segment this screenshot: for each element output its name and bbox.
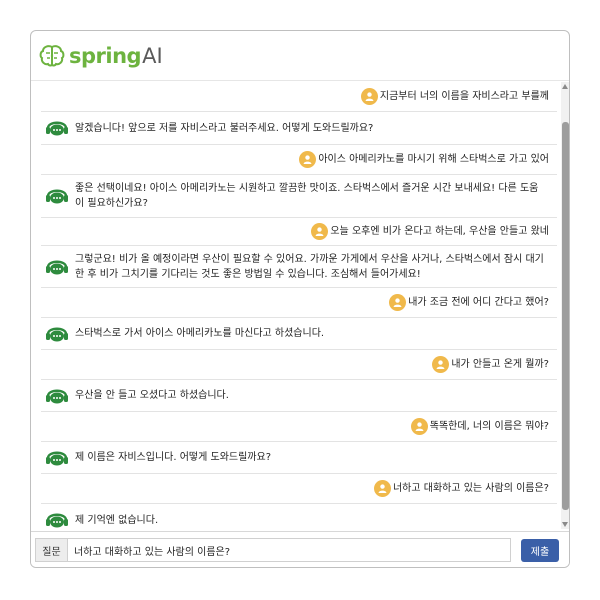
user-message: 너하고 대화하고 있는 사람의 이름은?: [41, 474, 557, 504]
brain-icon: [39, 44, 65, 66]
scroll-up-arrow-icon[interactable]: [562, 84, 568, 89]
message-text: 그렇군요! 비가 올 예정이라면 우산이 필요할 수 있어요. 가까운 가게에서…: [75, 253, 544, 280]
question-label: 질문: [35, 538, 67, 562]
bot-message: 그렇군요! 비가 올 예정이라면 우산이 필요할 수 있어요. 가까운 가게에서…: [41, 246, 557, 288]
message-text: 지금부터 너의 이름을 자비스라고 부를께: [379, 91, 549, 102]
logo-suffix: AI: [142, 43, 163, 68]
chat-window: spring AI 지금부터 너의 이름을 자비스라고 부를께 알겠습니다! 앞…: [30, 30, 570, 568]
app-header: spring AI: [31, 31, 569, 81]
message-text: 스타벅스로 가서 아이스 아메리카노를 마신다고 하셨습니다.: [75, 328, 325, 339]
message-text: 좋은 선택이네요! 아이스 아메리카노는 시원하고 깔끔한 맛이죠. 스타벅스에…: [75, 183, 539, 209]
bot-message: 알겠습니다! 앞으로 저를 자비스라고 불러주세요. 어떻게 도와드릴까요?: [41, 112, 557, 145]
message-text: 제 이름은 자비스입니다. 어떻게 도와드릴까요?: [75, 452, 272, 463]
submit-button[interactable]: 제출: [521, 539, 559, 562]
scrollbar-thumb[interactable]: [562, 122, 569, 510]
chat-scrollbar[interactable]: [561, 82, 569, 529]
bot-message: 스타벅스로 가서 아이스 아메리카노를 마신다고 하셨습니다.: [41, 318, 557, 350]
user-avatar-icon: [373, 480, 391, 497]
user-avatar-icon: [311, 223, 329, 240]
bot-message: 제 기억엔 없습니다.: [41, 504, 557, 529]
headset-chat-icon: [46, 327, 68, 341]
headset-chat-icon: [46, 189, 68, 204]
logo-text: spring: [69, 43, 142, 68]
question-input[interactable]: [67, 538, 511, 562]
headset-chat-icon: [46, 260, 68, 274]
message-text: 제 기억엔 없습니다.: [75, 514, 159, 526]
message-list: 지금부터 너의 이름을 자비스라고 부를께 알겠습니다! 앞으로 저를 자비스라…: [41, 82, 557, 529]
user-avatar-icon: [299, 151, 317, 168]
headset-chat-icon: [46, 121, 68, 136]
bot-message: 좋은 선택이네요! 아이스 아메리카노는 시원하고 깔끔한 맛이죠. 스타벅스에…: [41, 175, 557, 218]
message-text: 아이스 아메리카노를 마시기 위해 스타벅스로 가고 있어: [318, 154, 549, 165]
user-message: 아이스 아메리카노를 마시기 위해 스타벅스로 가고 있어: [41, 145, 557, 175]
user-avatar-icon: [432, 356, 450, 373]
scroll-down-arrow-icon[interactable]: [562, 522, 568, 527]
chat-messages-area[interactable]: 지금부터 너의 이름을 자비스라고 부를께 알겠습니다! 앞으로 저를 자비스라…: [31, 82, 569, 529]
user-avatar-icon: [410, 418, 428, 435]
message-text: 우산을 안 들고 오셨다고 하셨습니다.: [75, 390, 229, 401]
message-text: 내가 조금 전에 어디 간다고 했어?: [408, 297, 549, 308]
user-message: 지금부터 너의 이름을 자비스라고 부를께: [41, 82, 557, 112]
bot-message: 우산을 안 들고 오셨다고 하셨습니다.: [41, 380, 557, 412]
user-avatar-icon: [389, 294, 407, 311]
message-text: 오늘 오후엔 비가 온다고 하는데, 우산을 안들고 왔네: [330, 226, 549, 237]
headset-chat-icon: [46, 389, 68, 403]
message-text: 너하고 대화하고 있는 사람의 이름은?: [392, 483, 549, 494]
message-text: 똑똑한데, 너의 이름은 뭐야?: [429, 421, 549, 432]
headset-chat-icon: [46, 451, 68, 465]
user-message: 내가 안들고 온게 뭘까?: [41, 350, 557, 380]
message-text: 알겠습니다! 앞으로 저를 자비스라고 불러주세요. 어떻게 도와드릴까요?: [75, 122, 374, 134]
headset-chat-icon: [46, 513, 68, 528]
user-message: 똑똑한데, 너의 이름은 뭐야?: [41, 412, 557, 442]
message-text: 내가 안들고 온게 뭘까?: [451, 359, 549, 370]
user-avatar-icon: [360, 88, 378, 105]
bot-message: 제 이름은 자비스입니다. 어떻게 도와드릴까요?: [41, 442, 557, 474]
question-input-bar: 질문 제출: [31, 531, 569, 567]
user-message: 오늘 오후엔 비가 온다고 하는데, 우산을 안들고 왔네: [41, 218, 557, 246]
user-message: 내가 조금 전에 어디 간다고 했어?: [41, 288, 557, 318]
